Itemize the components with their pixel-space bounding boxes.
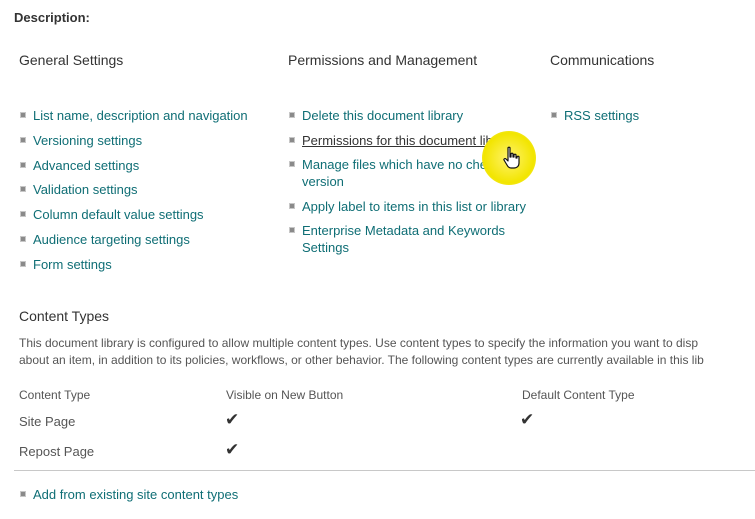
general-settings-list: List name, description and navigation Ve… <box>19 107 269 273</box>
link-enterprise-metadata-keywords[interactable]: Enterprise Metadata and Keywords Setting… <box>302 223 505 255</box>
content-type-actions: Add from existing site content types <box>19 486 319 503</box>
link-advanced-settings[interactable]: Advanced settings <box>33 158 139 173</box>
visible-check-icon: ✔ <box>225 410 240 429</box>
content-type-name[interactable]: Site Page <box>19 414 75 429</box>
bullet-icon <box>289 112 295 118</box>
bullet-icon <box>20 260 26 267</box>
content-types-description: This document library is configured to a… <box>19 335 755 369</box>
list-item[interactable]: Column default value settings <box>19 206 269 223</box>
link-add-existing-content-types[interactable]: Add from existing site content types <box>33 487 238 502</box>
communications-heading: Communications <box>550 52 655 68</box>
link-list-name-description-navigation[interactable]: List name, description and navigation <box>33 108 248 123</box>
list-item[interactable]: List name, description and navigation <box>19 107 269 124</box>
list-item[interactable]: Add from existing site content types <box>19 486 319 503</box>
description-line: about an item, in addition to its polici… <box>19 353 704 367</box>
permissions-management-heading: Permissions and Management <box>288 52 478 68</box>
hand-pointer-icon <box>503 146 520 169</box>
bullet-icon <box>20 136 26 143</box>
list-item[interactable]: Advanced settings <box>19 157 269 174</box>
content-types-heading: Content Types <box>19 308 110 324</box>
link-rss-settings[interactable]: RSS settings <box>564 108 639 123</box>
link-apply-label[interactable]: Apply label to items in this list or lib… <box>302 199 526 214</box>
content-type-name[interactable]: Repost Page <box>19 444 94 459</box>
bullet-icon <box>20 161 26 168</box>
link-versioning-settings[interactable]: Versioning settings <box>33 133 142 148</box>
list-item[interactable]: Versioning settings <box>19 132 269 149</box>
list-item[interactable]: Enterprise Metadata and Keywords Setting… <box>288 222 533 256</box>
list-item[interactable]: Apply label to items in this list or lib… <box>288 198 533 215</box>
bullet-icon <box>20 235 26 242</box>
link-form-settings[interactable]: Form settings <box>33 257 112 272</box>
bullet-icon <box>20 186 26 193</box>
bullet-icon <box>289 161 295 168</box>
default-check-icon: ✔ <box>520 410 535 429</box>
bullet-icon <box>289 202 295 209</box>
bullet-icon <box>289 136 295 143</box>
bullet-icon <box>20 112 26 118</box>
header-content-type: Content Type <box>19 388 91 402</box>
bullet-icon <box>551 112 557 118</box>
communications-list: RSS settings <box>550 107 740 124</box>
link-audience-targeting-settings[interactable]: Audience targeting settings <box>33 232 190 247</box>
description-line: This document library is configured to a… <box>19 336 699 350</box>
list-item[interactable]: Form settings <box>19 256 269 273</box>
list-item[interactable]: Validation settings <box>19 181 269 198</box>
description-label: Description: <box>14 10 90 25</box>
bullet-icon <box>20 491 26 497</box>
visible-check-icon: ✔ <box>225 440 240 459</box>
link-permissions-document-library[interactable]: Permissions for this document library <box>302 133 515 148</box>
list-item[interactable]: Delete this document library <box>288 107 533 124</box>
list-item[interactable]: RSS settings <box>550 107 740 124</box>
divider <box>14 470 755 471</box>
bullet-icon <box>20 211 26 218</box>
link-column-default-value-settings[interactable]: Column default value settings <box>33 207 204 222</box>
link-validation-settings[interactable]: Validation settings <box>33 182 138 197</box>
link-delete-document-library[interactable]: Delete this document library <box>302 108 463 123</box>
general-settings-heading: General Settings <box>19 52 124 68</box>
list-item[interactable]: Audience targeting settings <box>19 231 269 248</box>
header-visible-on-new-button: Visible on New Button <box>226 388 344 402</box>
header-default-content-type: Default Content Type <box>522 388 635 402</box>
bullet-icon <box>289 227 295 234</box>
